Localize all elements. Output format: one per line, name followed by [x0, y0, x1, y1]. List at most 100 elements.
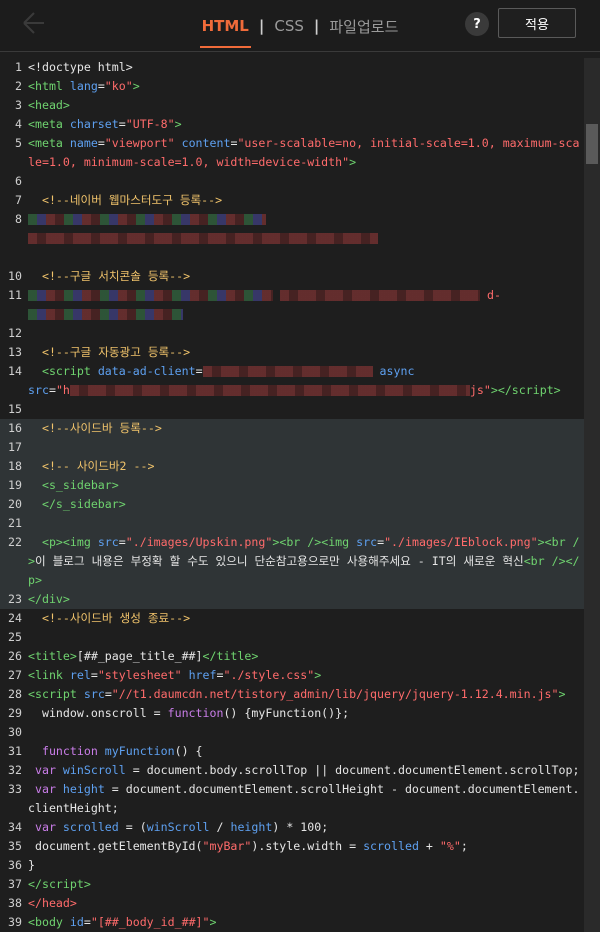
tab-file-upload[interactable]: 파일업로드	[327, 16, 400, 37]
code-line[interactable]: 2 <html lang="ko">	[0, 77, 600, 96]
code-text[interactable]	[28, 438, 600, 457]
code-text[interactable]: }	[28, 856, 600, 875]
code-text[interactable]: <title>[##_page_title_##]</title>	[28, 647, 600, 666]
code-line[interactable]: 4 <meta charset="UTF-8">	[0, 115, 600, 134]
code-text[interactable]: </script>	[28, 875, 600, 894]
code-text[interactable]: <meta name="viewport" content="user-scal…	[28, 134, 600, 172]
code-line[interactable]: 13 <!--구글 자동광고 등록-->	[0, 343, 600, 362]
code-line[interactable]: 38 </head>	[0, 894, 600, 913]
code-text[interactable]: <html lang="ko">	[28, 77, 600, 96]
code-line[interactable]: 20 </s_sidebar>	[0, 495, 600, 514]
code-line[interactable]: 12	[0, 324, 600, 343]
code-line[interactable]: 27 <link rel="stylesheet" href="./style.c…	[0, 666, 600, 685]
code-text[interactable]	[28, 172, 600, 191]
code-line[interactable]: 6	[0, 172, 600, 191]
code-line[interactable]: 22 <p><img src="./images/Upskin.png"><br…	[0, 533, 600, 590]
code-line[interactable]: 19 <s_sidebar>	[0, 476, 600, 495]
code-line[interactable]: 35 document.getElementById("myBar").styl…	[0, 837, 600, 856]
code-text[interactable]: <!--네이버 웹마스터도구 등록-->	[28, 191, 600, 210]
code-text[interactable]: </div>	[28, 590, 600, 609]
code-text[interactable]: var scrolled = (winScroll / height) * 10…	[28, 818, 600, 837]
code-text[interactable]: <!--구글 자동광고 등록-->	[28, 343, 600, 362]
code-line[interactable]: 37 </script>	[0, 875, 600, 894]
code-text[interactable]: <!doctype html>	[28, 58, 600, 77]
top-bar: HTML | CSS | 파일업로드 ? 적용	[0, 0, 600, 52]
code-line[interactable]: 10 <!--구글 서치콘솔 등록-->	[0, 267, 600, 286]
code-text[interactable]: <!-- 사이드바2 -->	[28, 457, 600, 476]
line-number: 12	[8, 326, 22, 340]
code-line[interactable]: 36}	[0, 856, 600, 875]
code-line[interactable]: 29 window.onscroll = function() {myFunct…	[0, 704, 600, 723]
code-text[interactable]: <script src="//t1.daumcdn.net/tistory_ad…	[28, 685, 600, 704]
scrollbar-thumb[interactable]	[586, 124, 598, 164]
code-text[interactable]: document.getElementById("myBar").style.w…	[28, 837, 600, 856]
code-line[interactable]: 18 <!-- 사이드바2 -->	[0, 457, 600, 476]
line-number: 20	[8, 497, 22, 511]
code-line[interactable]: 39 <body id="[##_body_id_##]">	[0, 913, 600, 932]
line-number: 39	[8, 915, 22, 929]
code-line[interactable]: 17	[0, 438, 600, 457]
code-line[interactable]: 8	[0, 210, 600, 248]
code-editor[interactable]: 1 <!doctype html> 2 <html lang="ko"> 3 <head>…	[0, 58, 600, 932]
code-text[interactable]: var winScroll = document.body.scrollTop …	[28, 761, 600, 780]
code-line[interactable]: 7 <!--네이버 웹마스터도구 등록-->	[0, 191, 600, 210]
code-text[interactable]	[28, 514, 600, 533]
code-line[interactable]: 33 var height = document.documentElement…	[0, 780, 600, 818]
line-number: 32	[8, 763, 22, 777]
code-text[interactable]	[28, 400, 600, 419]
line-number: 35	[8, 839, 22, 853]
code-line[interactable]: 21	[0, 514, 600, 533]
code-text[interactable]: <s_sidebar>	[28, 476, 600, 495]
code-line[interactable]: 24 <!--사이드바 생성 종료-->	[0, 609, 600, 628]
code-text[interactable]	[28, 723, 600, 742]
line-number: 1	[15, 60, 22, 74]
code-text[interactable]: <!--구글 서치콘솔 등록-->	[28, 267, 600, 286]
code-line[interactable]: 26 <title>[##_page_title_##]</title>	[0, 647, 600, 666]
apply-button[interactable]: 적용	[498, 8, 576, 38]
line-number	[0, 248, 28, 267]
code-line[interactable]: 5 <meta name="viewport" content="user-sca…	[0, 134, 600, 172]
line-number: 19	[8, 478, 22, 492]
code-text[interactable]: <head>	[28, 96, 600, 115]
code-line[interactable]: 34 var scrolled = (winScroll / height) *…	[0, 818, 600, 837]
code-text[interactable]: <link rel="stylesheet" href="./style.css…	[28, 666, 600, 685]
code-text[interactable]: <!--사이드바 생성 종료-->	[28, 609, 600, 628]
code-line[interactable]: 14 <script data-ad-client= async src="h js…	[0, 362, 600, 400]
tab-html[interactable]: HTML	[199, 17, 252, 48]
editor-scrollbar[interactable]	[584, 58, 600, 932]
code-text[interactable]	[28, 210, 600, 248]
code-line[interactable]	[0, 248, 600, 267]
code-line[interactable]: 31 function myFunction() {	[0, 742, 600, 761]
code-text[interactable]	[28, 628, 600, 647]
help-button[interactable]: ?	[465, 12, 489, 36]
code-text[interactable]: <meta charset="UTF-8">	[28, 115, 600, 134]
code-line[interactable]: 30	[0, 723, 600, 742]
tab-css[interactable]: CSS	[272, 17, 306, 35]
code-text[interactable]: window.onscroll = function() {myFunction…	[28, 704, 600, 723]
line-number: 33	[8, 782, 22, 796]
code-text[interactable]: function myFunction() {	[28, 742, 600, 761]
code-line[interactable]: 1 <!doctype html>	[0, 58, 600, 77]
code-text[interactable]: d-	[28, 286, 600, 324]
line-number: 5	[15, 136, 22, 150]
code-text[interactable]: <p><img src="./images/Upskin.png"><br />…	[28, 533, 600, 590]
code-line[interactable]: 15	[0, 400, 600, 419]
code-line[interactable]: 28 <script src="//t1.daumcdn.net/tistory_…	[0, 685, 600, 704]
line-number: 38	[8, 896, 22, 910]
code-line[interactable]: 16 <!--사이드바 등록-->	[0, 419, 600, 438]
code-line[interactable]: 11 d-	[0, 286, 600, 324]
code-text[interactable]	[28, 324, 600, 343]
code-line[interactable]: 23 </div>	[0, 590, 600, 609]
line-number: 22	[8, 535, 22, 549]
code-text[interactable]: var height = document.documentElement.sc…	[28, 780, 600, 818]
code-text[interactable]	[28, 248, 600, 267]
line-number: 30	[8, 725, 22, 739]
code-line[interactable]: 25	[0, 628, 600, 647]
code-line[interactable]: 3 <head>	[0, 96, 600, 115]
code-text[interactable]: <body id="[##_body_id_##]">	[28, 913, 600, 932]
code-text[interactable]: </s_sidebar>	[28, 495, 600, 514]
code-text[interactable]: <script data-ad-client= async src="h js"><…	[28, 362, 600, 400]
code-text[interactable]: </head>	[28, 894, 600, 913]
code-text[interactable]: <!--사이드바 등록-->	[28, 419, 600, 438]
code-line[interactable]: 32 var winScroll = document.body.scrollT…	[0, 761, 600, 780]
